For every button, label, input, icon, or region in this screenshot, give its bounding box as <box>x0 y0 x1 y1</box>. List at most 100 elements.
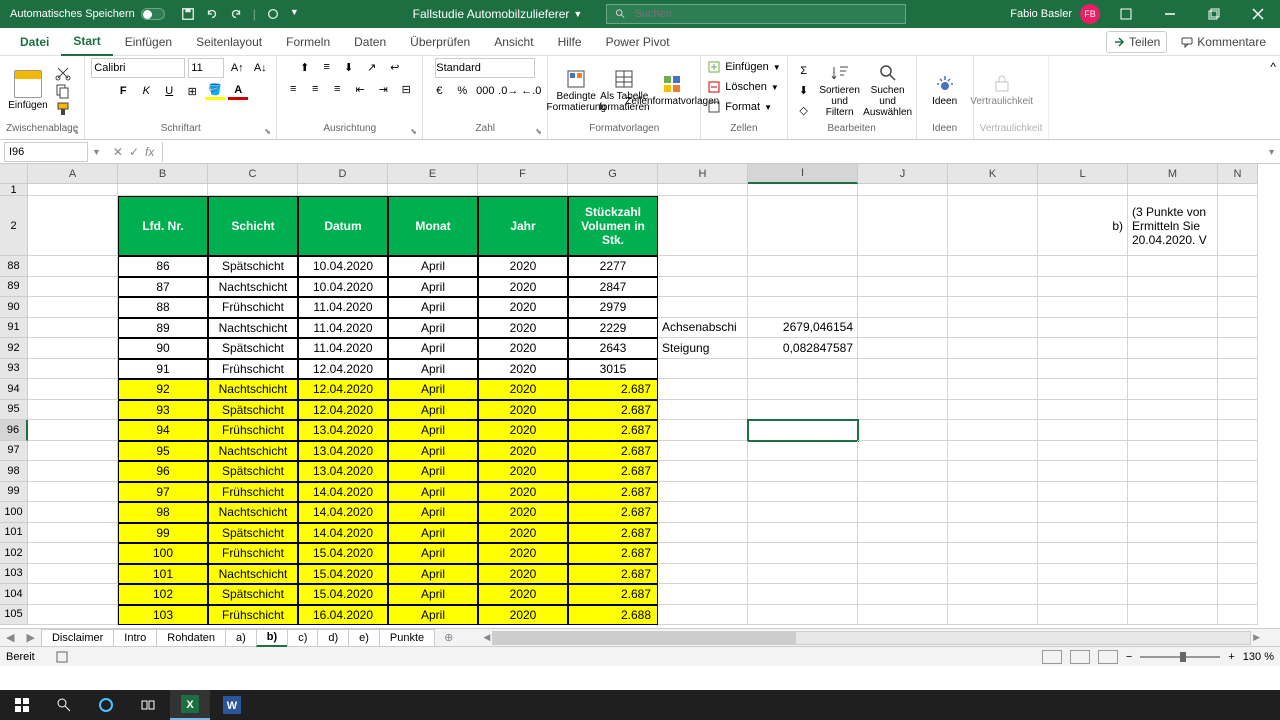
cell[interactable] <box>1128 605 1218 626</box>
row-header[interactable]: 98 <box>0 461 28 482</box>
cell[interactable] <box>948 420 1038 441</box>
cell[interactable] <box>1218 482 1258 503</box>
row-header[interactable]: 96 <box>0 420 28 441</box>
cell[interactable]: 2.687 <box>568 502 658 523</box>
cell[interactable] <box>858 256 948 277</box>
cell[interactable] <box>1038 318 1128 339</box>
cell[interactable]: 13.04.2020 <box>298 461 388 482</box>
align-left-icon[interactable]: ≡ <box>283 80 303 98</box>
cell[interactable] <box>118 184 208 196</box>
taskbar-search-icon[interactable] <box>44 690 84 720</box>
cell[interactable]: 2.687 <box>568 441 658 462</box>
cell[interactable]: 2020 <box>478 359 568 380</box>
cell[interactable]: Spätschicht <box>208 584 298 605</box>
wrap-text-icon[interactable]: ↩ <box>385 58 405 76</box>
cell[interactable]: 2.687 <box>568 379 658 400</box>
cell[interactable]: 98 <box>118 502 208 523</box>
cell[interactable] <box>658 400 748 421</box>
cell[interactable] <box>858 441 948 462</box>
sheet-tab[interactable]: d) <box>317 629 349 647</box>
user-avatar[interactable]: FB <box>1080 4 1100 24</box>
cell[interactable]: 2.687 <box>568 461 658 482</box>
cell[interactable] <box>858 359 948 380</box>
clipboard-launcher[interactable]: ⬊ <box>72 127 82 137</box>
cell[interactable] <box>1218 400 1258 421</box>
cell[interactable] <box>1218 605 1258 626</box>
cell[interactable] <box>858 297 948 318</box>
cell[interactable] <box>28 441 118 462</box>
cell[interactable]: Frühschicht <box>208 420 298 441</box>
increase-decimal-icon[interactable]: .0→ <box>498 82 518 100</box>
cell[interactable] <box>1128 379 1218 400</box>
cell[interactable]: 2643 <box>568 338 658 359</box>
view-break-icon[interactable] <box>1098 650 1118 664</box>
cell[interactable] <box>28 564 118 585</box>
cell[interactable]: 16.04.2020 <box>298 605 388 626</box>
cell[interactable]: 2020 <box>478 482 568 503</box>
row-header[interactable]: 101 <box>0 523 28 544</box>
cell[interactable] <box>28 482 118 503</box>
row-header[interactable]: 89 <box>0 277 28 298</box>
new-sheet-button[interactable]: ⊕ <box>434 631 463 644</box>
cell[interactable] <box>748 523 858 544</box>
cell[interactable] <box>948 502 1038 523</box>
cell[interactable] <box>948 605 1038 626</box>
zoom-slider[interactable] <box>1140 656 1220 658</box>
cell[interactable]: April <box>388 359 478 380</box>
cell[interactable] <box>748 543 858 564</box>
cell[interactable]: 14.04.2020 <box>298 482 388 503</box>
cell[interactable] <box>858 543 948 564</box>
cell[interactable] <box>1038 543 1128 564</box>
cell[interactable] <box>858 420 948 441</box>
row-header[interactable]: 95 <box>0 400 28 421</box>
cell[interactable]: April <box>388 379 478 400</box>
cell[interactable]: 11.04.2020 <box>298 318 388 339</box>
cell[interactable]: Frühschicht <box>208 359 298 380</box>
cell[interactable] <box>858 564 948 585</box>
cell[interactable] <box>1128 277 1218 298</box>
tab-layout[interactable]: Seitenlayout <box>184 28 274 56</box>
cell[interactable]: Monat <box>388 196 478 256</box>
cell[interactable] <box>1218 277 1258 298</box>
minimize-button[interactable] <box>1152 0 1188 28</box>
ribbon-display-icon[interactable] <box>1108 0 1144 28</box>
comments-button[interactable]: Kommentare <box>1175 31 1272 53</box>
tab-data[interactable]: Daten <box>342 28 398 56</box>
cell[interactable] <box>1038 461 1128 482</box>
cell[interactable] <box>28 400 118 421</box>
touch-mode-icon[interactable] <box>266 7 280 21</box>
tab-file[interactable]: Datei <box>8 28 61 56</box>
col-header-F[interactable]: F <box>478 164 568 184</box>
cell[interactable]: 100 <box>118 543 208 564</box>
cell[interactable] <box>28 184 118 196</box>
cell[interactable]: Spätschicht <box>208 400 298 421</box>
border-button[interactable]: ⊞ <box>182 82 202 100</box>
cell[interactable] <box>28 584 118 605</box>
cell[interactable] <box>948 400 1038 421</box>
cell[interactable]: 103 <box>118 605 208 626</box>
cell[interactable] <box>948 379 1038 400</box>
user-name[interactable]: Fabio Basler <box>1010 8 1072 20</box>
cell[interactable] <box>28 297 118 318</box>
cell[interactable] <box>28 318 118 339</box>
cell[interactable] <box>658 543 748 564</box>
cell[interactable] <box>658 482 748 503</box>
cell[interactable]: Nachtschicht <box>208 564 298 585</box>
row-header[interactable]: 103 <box>0 564 28 585</box>
cell[interactable] <box>1218 564 1258 585</box>
fx-icon[interactable]: fx <box>145 145 154 159</box>
cell[interactable] <box>858 318 948 339</box>
cell[interactable]: April <box>388 564 478 585</box>
cell[interactable]: Frühschicht <box>208 605 298 626</box>
bold-button[interactable]: F <box>113 82 133 100</box>
cell[interactable]: 13.04.2020 <box>298 441 388 462</box>
col-header-E[interactable]: E <box>388 164 478 184</box>
col-header-L[interactable]: L <box>1038 164 1128 184</box>
cell[interactable] <box>948 359 1038 380</box>
cell[interactable] <box>1038 564 1128 585</box>
collapse-ribbon-icon[interactable]: ^ <box>1266 56 1280 139</box>
cell[interactable] <box>948 256 1038 277</box>
cell[interactable]: Nachtschicht <box>208 502 298 523</box>
merge-icon[interactable]: ⊟ <box>396 80 416 98</box>
cell[interactable] <box>28 196 118 256</box>
